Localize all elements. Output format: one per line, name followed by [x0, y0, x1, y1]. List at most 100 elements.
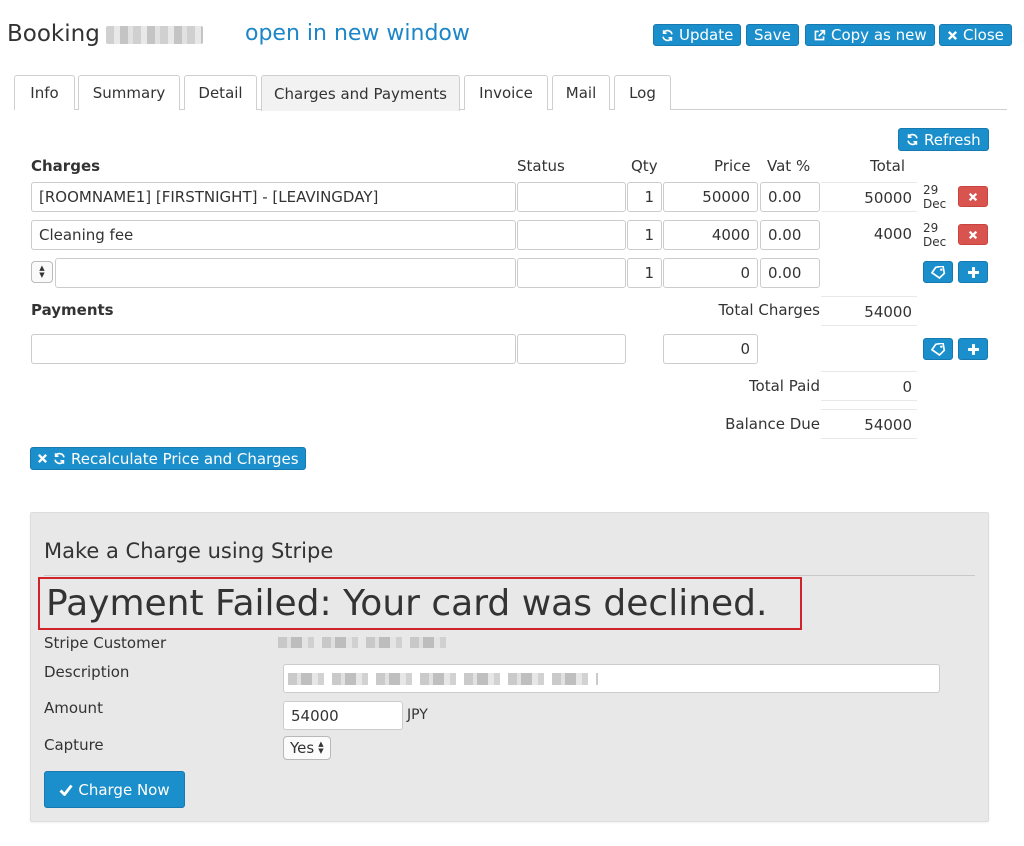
balance-due-value: 54000	[821, 409, 917, 439]
refresh-icon	[54, 452, 65, 465]
redacted-stripe-customer	[278, 637, 454, 648]
column-vat: Vat %	[767, 157, 811, 175]
stripe-panel-divider	[44, 575, 975, 576]
charge-description-input[interactable]: [ROOMNAME1] [FIRSTNIGHT] - [LEAVINGDAY]	[31, 182, 516, 212]
charge-total-value: 4000	[873, 225, 912, 243]
delete-charge-button[interactable]	[958, 186, 988, 207]
column-total: Total	[870, 157, 906, 175]
tag-icon	[930, 342, 945, 356]
amount-label: Amount	[44, 699, 103, 717]
charge-tag-button[interactable]	[923, 261, 953, 283]
redacted-booking-name	[106, 26, 203, 44]
chevron-down-icon: ▼	[39, 271, 45, 279]
new-charge-vat-input[interactable]: 0.00	[760, 258, 820, 288]
recalculate-button-label: Recalculate Price and Charges	[71, 449, 299, 468]
save-button[interactable]: Save	[746, 24, 799, 46]
charge-qty-input[interactable]: 1	[627, 220, 662, 250]
charge-description-input[interactable]: Cleaning fee	[31, 220, 516, 250]
add-charge-button[interactable]	[958, 261, 988, 283]
payment-tag-button[interactable]	[923, 338, 953, 360]
add-payment-button[interactable]	[958, 338, 988, 360]
tab-summary[interactable]: Summary	[78, 75, 180, 110]
new-charge-price-input[interactable]: 0	[663, 258, 758, 288]
page-title: Booking	[7, 21, 100, 47]
close-icon	[37, 453, 48, 464]
charge-now-button-label: Charge Now	[78, 780, 170, 799]
tab-mail[interactable]: Mail	[552, 75, 610, 110]
charge-price-input[interactable]: 4000	[663, 220, 758, 250]
plus-icon	[967, 266, 979, 278]
refresh-icon	[907, 133, 918, 146]
charge-date-day: 29	[923, 183, 939, 197]
check-icon	[59, 784, 73, 796]
payment-status-input[interactable]	[517, 334, 626, 364]
charge-type-select[interactable]: ▲ ▼	[31, 261, 53, 283]
tab-detail[interactable]: Detail	[184, 75, 257, 110]
total-charges-label: Total Charges	[718, 301, 820, 319]
column-status: Status	[517, 157, 565, 175]
tab-log[interactable]: Log	[614, 75, 671, 110]
tab-charges-and-payments[interactable]: Charges and Payments	[261, 75, 460, 111]
update-button[interactable]: Update	[653, 24, 742, 46]
column-price: Price	[714, 157, 751, 175]
charge-price-input[interactable]: 50000	[663, 182, 758, 212]
save-button-label: Save	[754, 26, 791, 44]
update-button-label: Update	[679, 26, 734, 44]
charge-vat-input[interactable]: 0.00	[760, 182, 820, 212]
capture-select[interactable]: Yes ▲ ▼	[283, 736, 331, 760]
charge-status-input[interactable]	[517, 220, 626, 250]
tab-invoice[interactable]: Invoice	[464, 75, 548, 110]
close-icon	[947, 30, 958, 40]
refresh-icon	[662, 29, 673, 41]
amount-currency: JPY	[407, 707, 428, 723]
payment-amount-input[interactable]: 0	[663, 334, 758, 364]
tab-info[interactable]: Info	[14, 75, 75, 110]
total-paid-label: Total Paid	[748, 377, 820, 395]
capture-label: Capture	[44, 736, 104, 754]
redacted-description	[288, 673, 598, 685]
charge-date: 29 Dec	[923, 183, 946, 211]
payment-error-box: Payment Failed: Your card was declined.	[38, 577, 802, 630]
charge-date-day: 29	[923, 221, 939, 235]
close-button[interactable]: Close	[939, 24, 1012, 46]
refresh-button-label: Refresh	[924, 130, 981, 149]
delete-x-icon	[968, 230, 978, 239]
copy-as-new-button[interactable]: Copy as new	[805, 24, 935, 46]
new-charge-status-input[interactable]	[517, 258, 626, 288]
payment-description-input[interactable]	[31, 334, 516, 364]
new-charge-description-input[interactable]	[55, 258, 516, 288]
stripe-customer-label: Stripe Customer	[44, 634, 167, 652]
delete-charge-button[interactable]	[958, 224, 988, 245]
close-button-label: Close	[963, 26, 1004, 44]
recalculate-button[interactable]: Recalculate Price and Charges	[30, 447, 306, 470]
open-in-new-window-link[interactable]: open in new window	[245, 20, 470, 48]
charge-qty-input[interactable]: 1	[627, 182, 662, 212]
payments-heading: Payments	[31, 301, 114, 319]
plus-icon	[967, 343, 979, 355]
payment-error-message: Payment Failed: Your card was declined.	[46, 582, 768, 624]
external-copy-icon	[814, 29, 826, 40]
charge-now-button[interactable]: Charge Now	[44, 771, 185, 808]
balance-due-label: Balance Due	[725, 415, 820, 433]
stripe-panel-title: Make a Charge using Stripe	[44, 539, 334, 563]
charge-date-month: Dec	[923, 197, 947, 211]
column-qty: Qty	[631, 157, 658, 175]
total-paid-value: 0	[821, 371, 917, 401]
total-charges-value: 54000	[821, 296, 917, 326]
new-charge-qty-input[interactable]: 1	[627, 258, 662, 288]
charge-total-value: 50000	[821, 182, 917, 212]
chevron-updown-icon: ▲ ▼	[318, 740, 324, 755]
stripe-description-input[interactable]	[283, 664, 940, 693]
capture-select-value: Yes	[290, 739, 315, 757]
charge-date: 29 Dec	[923, 221, 946, 249]
charges-heading: Charges	[31, 157, 101, 175]
description-label: Description	[44, 663, 130, 681]
stripe-amount-input[interactable]: 54000	[283, 701, 403, 730]
charge-date-month: Dec	[923, 235, 947, 249]
refresh-button[interactable]: Refresh	[898, 128, 989, 151]
charge-status-input[interactable]	[517, 182, 626, 212]
charge-vat-input[interactable]: 0.00	[760, 220, 820, 250]
delete-x-icon	[968, 192, 978, 201]
copy-as-new-button-label: Copy as new	[831, 26, 927, 44]
tag-icon	[930, 265, 945, 279]
